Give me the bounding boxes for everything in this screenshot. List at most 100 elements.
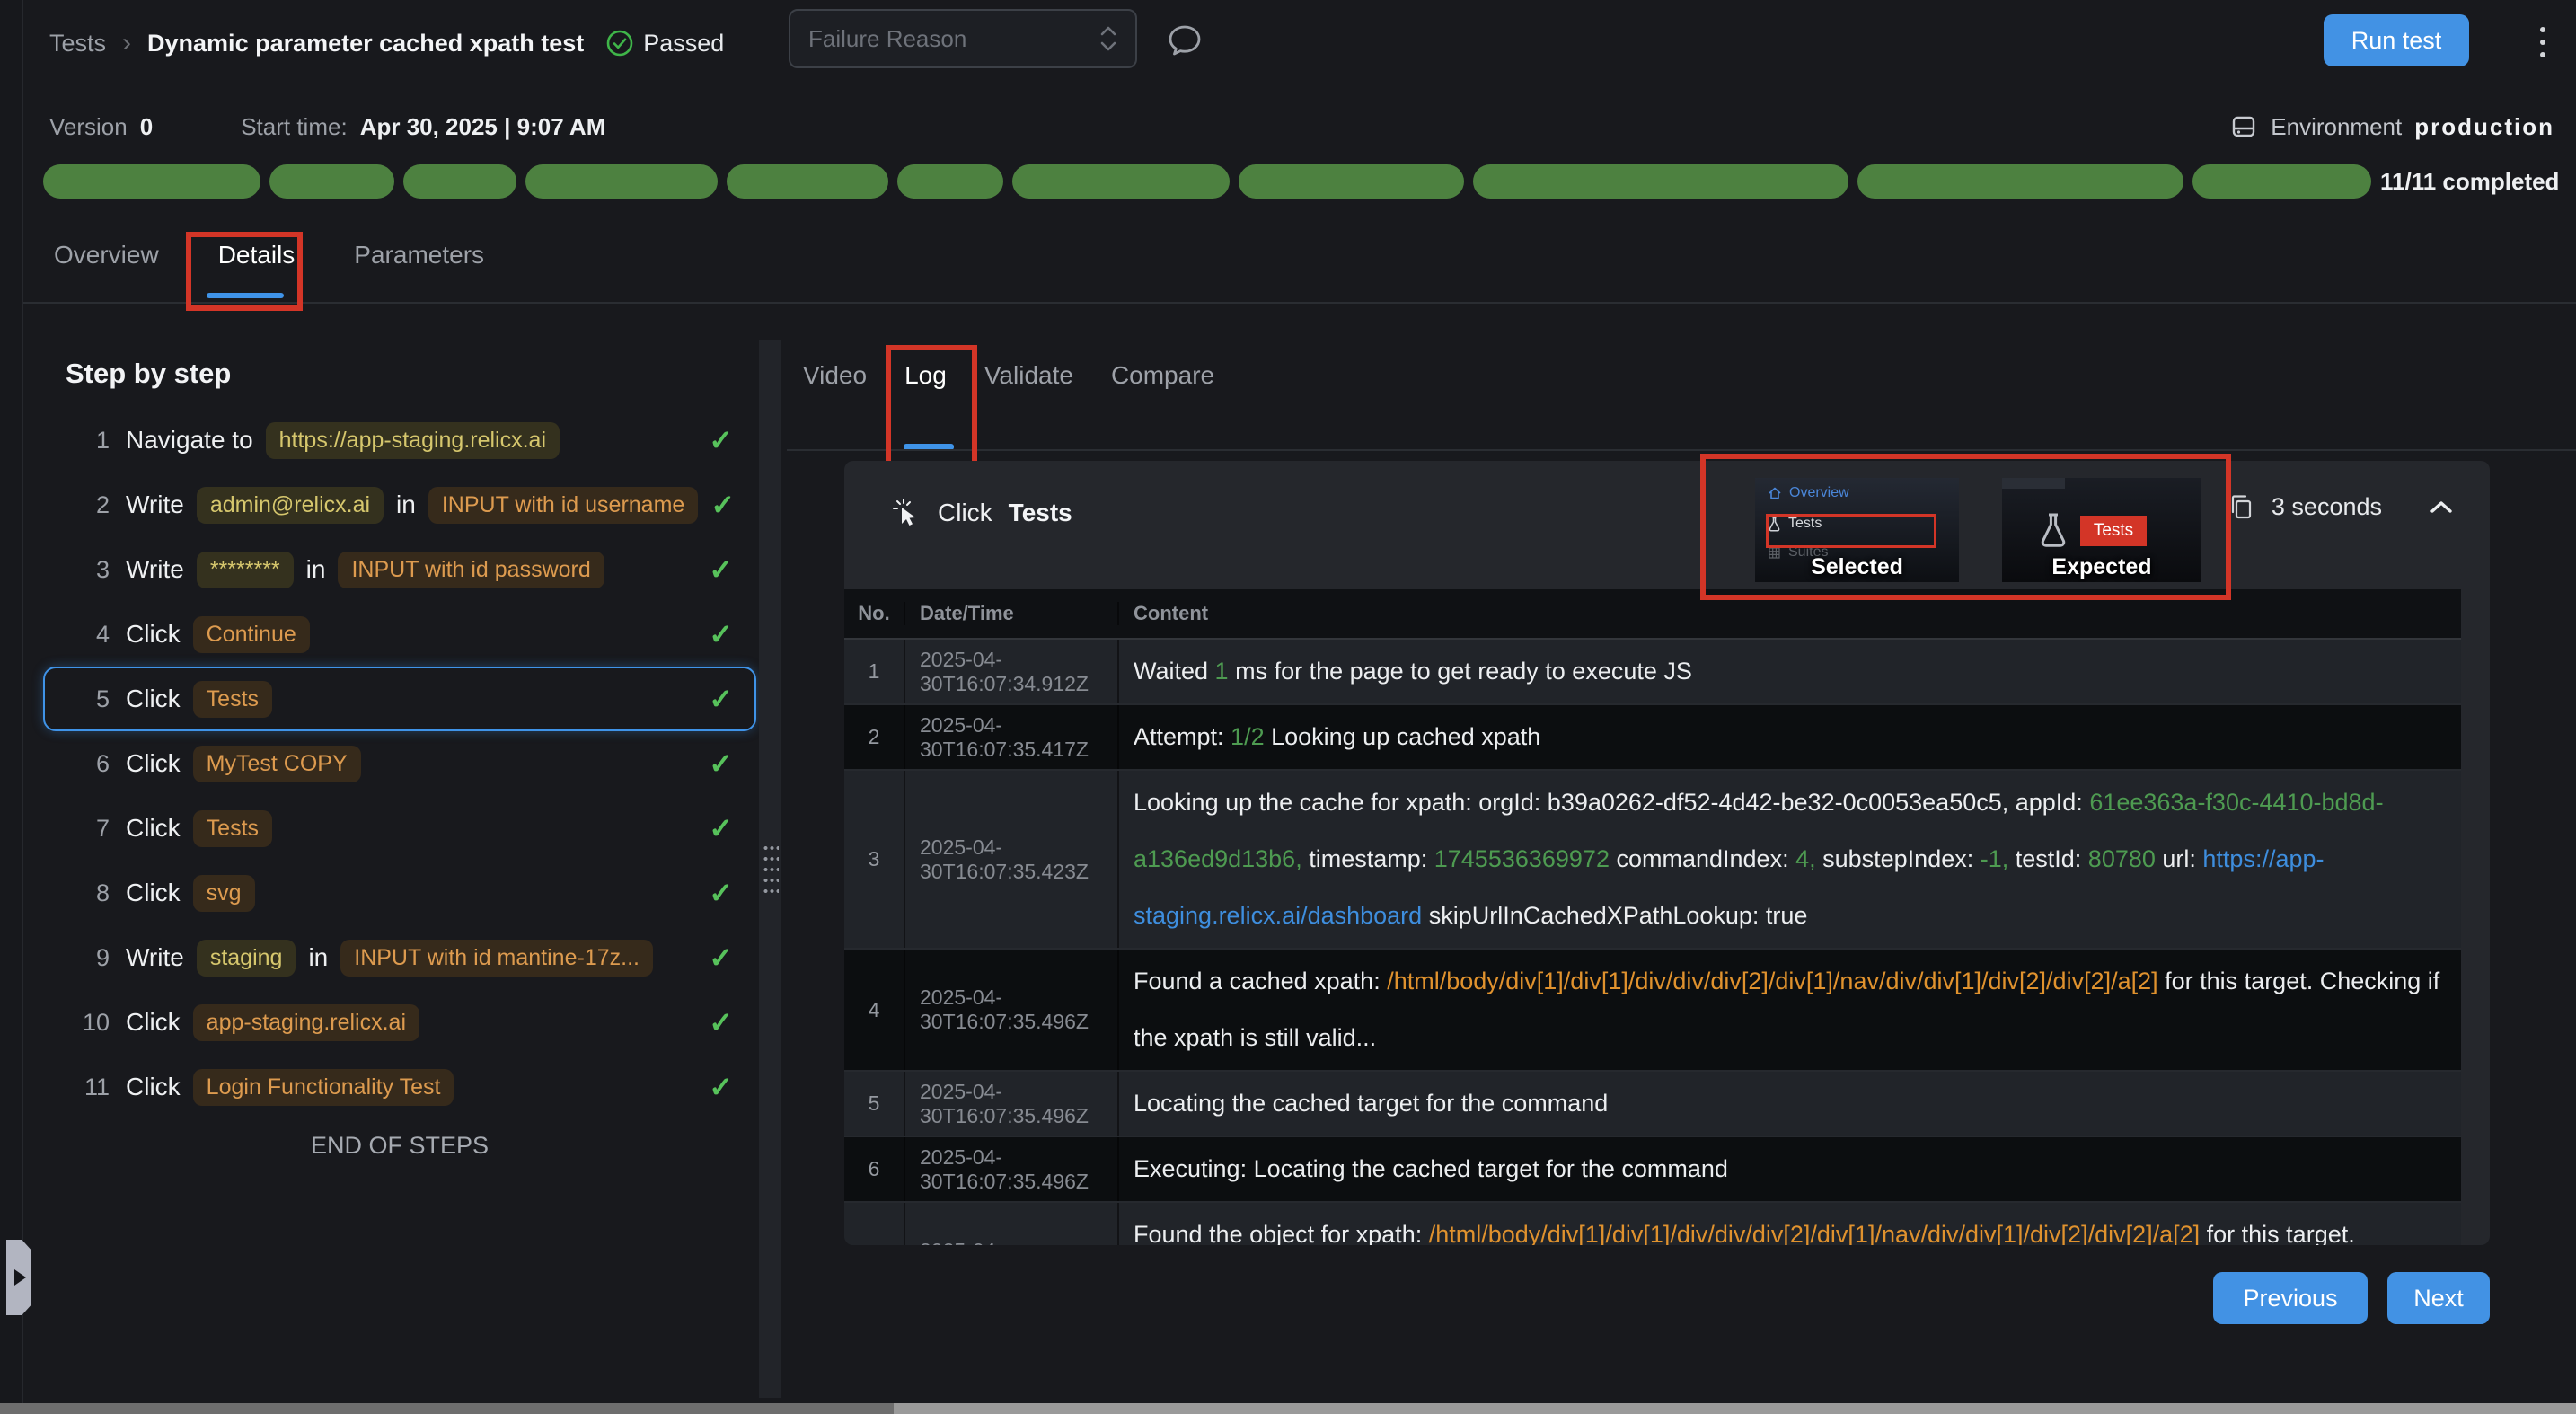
sidebar-expand-handle[interactable] xyxy=(6,1240,31,1315)
log-row: 42025-04-30T16:07:35.496ZFound a cached … xyxy=(844,950,2461,1072)
mini-nav-overview: Overview xyxy=(1755,478,1959,505)
progress-segment[interactable] xyxy=(727,164,888,199)
expected-label: Expected xyxy=(2002,554,2201,580)
environment-value: production xyxy=(2414,113,2554,141)
step-success-check-icon: ✓ xyxy=(709,617,733,651)
progress-segment[interactable] xyxy=(897,164,1003,199)
log-row: 62025-04-30T16:07:35.496ZExecuting: Loca… xyxy=(844,1137,2461,1203)
active-tab-underline xyxy=(207,293,284,298)
tab-validate[interactable]: Validate xyxy=(984,361,1073,390)
step-number: 10 xyxy=(70,1009,110,1037)
collapse-chevron-icon[interactable] xyxy=(2429,499,2454,517)
select-chevrons-icon xyxy=(1099,23,1117,54)
log-row-number: 7 xyxy=(844,1203,905,1245)
step-success-check-icon: ✓ xyxy=(709,1005,733,1039)
progress-segment[interactable] xyxy=(43,164,260,199)
log-column-header: Date/Time xyxy=(905,602,1119,625)
step-row[interactable]: 5ClickTests✓ xyxy=(43,667,756,731)
progress-segment[interactable] xyxy=(1012,164,1230,199)
environment-label: Environment xyxy=(2271,113,2402,141)
horizontal-scrollbar-track[interactable] xyxy=(0,1403,2576,1414)
selected-screenshot-thumbnail[interactable]: Overview Tests Suites Selected xyxy=(1755,478,1959,582)
step-row[interactable]: 8Clicksvg✓ xyxy=(43,861,756,925)
log-column-header: Content xyxy=(1119,602,2461,625)
top-bar: Tests › Dynamic parameter cached xpath t… xyxy=(49,16,724,70)
step-action: Click xyxy=(126,749,181,778)
copy-icon[interactable] xyxy=(2228,494,2255,521)
step-action: Write xyxy=(126,555,184,584)
tab-log[interactable]: Log xyxy=(904,361,947,390)
tab-overview[interactable]: Overview xyxy=(54,241,159,275)
duration-value: 3 seconds xyxy=(2272,493,2382,521)
progress-segment[interactable] xyxy=(1473,164,1849,199)
step-target-badge: app-staging.relicx.ai xyxy=(193,1004,419,1041)
step-value-badge: https://app-staging.relicx.ai xyxy=(266,422,560,459)
horizontal-scrollbar-thumb[interactable] xyxy=(0,1403,894,1414)
tab-details[interactable]: Details xyxy=(218,241,296,275)
tab-video[interactable]: Video xyxy=(803,361,867,390)
log-row-timestamp: 2025-04-30T16:07:35.423Z xyxy=(905,771,1119,948)
progress-segment[interactable] xyxy=(525,164,718,199)
log-row-number: 5 xyxy=(844,1072,905,1136)
breadcrumb-tests-link[interactable]: Tests xyxy=(49,30,106,57)
step-action: Click xyxy=(126,879,181,907)
step-value-badge: staging xyxy=(197,940,296,977)
environment-info: Environment production xyxy=(2229,106,2554,147)
step-number: 2 xyxy=(70,491,110,519)
next-button[interactable]: Next xyxy=(2387,1272,2490,1324)
tabs-divider xyxy=(23,302,2576,304)
steps-heading: Step by step xyxy=(66,358,231,390)
step-target-badge: INPUT with id mantine-17z... xyxy=(340,940,653,977)
panel-resize-handle[interactable] xyxy=(763,843,779,895)
progress-segment[interactable] xyxy=(1239,164,1464,199)
progress-segment[interactable] xyxy=(1857,164,2183,199)
step-row[interactable]: 6ClickMyTest COPY✓ xyxy=(43,731,756,796)
step-number: 6 xyxy=(70,750,110,778)
step-action: Click xyxy=(126,685,181,713)
log-table: No.Date/TimeContent12025-04-30T16:07:34.… xyxy=(844,589,2461,1245)
log-row-number: 1 xyxy=(844,640,905,703)
previous-button[interactable]: Previous xyxy=(2213,1272,2368,1324)
step-action: in xyxy=(396,490,416,519)
log-row-content: Executing: Locating the cached target fo… xyxy=(1119,1137,2461,1201)
step-number: 8 xyxy=(70,879,110,907)
step-value-badge: ******** xyxy=(197,552,294,588)
run-test-button[interactable]: Run test xyxy=(2324,14,2469,66)
log-row-content: Waited 1 ms for the page to get ready to… xyxy=(1119,640,2461,703)
expected-screenshot-thumbnail[interactable]: Tests Expected xyxy=(2002,478,2201,582)
progress-segment[interactable] xyxy=(2192,164,2371,199)
log-row-timestamp: 2025-04-30T16:07:35.496Z xyxy=(905,950,1119,1070)
step-success-check-icon: ✓ xyxy=(709,876,733,910)
step-row[interactable]: 10Clickapp-staging.relicx.ai✓ xyxy=(43,990,756,1055)
failure-reason-select[interactable]: Failure Reason xyxy=(789,9,1137,68)
step-target-badge: Login Functionality Test xyxy=(193,1069,454,1106)
step-row[interactable]: 7ClickTests✓ xyxy=(43,796,756,861)
step-number: 4 xyxy=(70,621,110,649)
step-row[interactable]: 1Navigate tohttps://app-staging.relicx.a… xyxy=(43,408,756,473)
progress-segment[interactable] xyxy=(269,164,394,199)
step-row[interactable]: 2Writeadmin@relicx.aiinINPUT with id use… xyxy=(43,473,756,537)
step-row[interactable]: 11ClickLogin Functionality Test✓ xyxy=(43,1055,756,1119)
step-row[interactable]: 9WritestaginginINPUT with id mantine-17z… xyxy=(43,925,756,990)
test-run-page: Tests › Dynamic parameter cached xpath t… xyxy=(0,0,2576,1414)
chevron-right-icon xyxy=(14,1269,26,1286)
step-row[interactable]: 3Write********inINPUT with id password✓ xyxy=(43,537,756,602)
step-row[interactable]: 4ClickContinue✓ xyxy=(43,602,756,667)
step-target-badge: MyTest COPY xyxy=(193,746,361,782)
step-action: Click xyxy=(126,1073,181,1101)
tab-compare[interactable]: Compare xyxy=(1111,361,1214,390)
step-target-badge: Tests xyxy=(193,810,272,847)
progress-segment[interactable] xyxy=(403,164,516,199)
log-row-timestamp: 2025-04-30T16:07:34.912Z xyxy=(905,640,1119,703)
comment-icon[interactable] xyxy=(1164,20,1205,61)
version-value: 0 xyxy=(140,113,153,141)
log-row-content: Locating the cached target for the comma… xyxy=(1119,1072,2461,1136)
log-row: 32025-04-30T16:07:35.423ZLooking up the … xyxy=(844,771,2461,950)
tab-parameters[interactable]: Parameters xyxy=(354,241,484,275)
more-options-menu[interactable] xyxy=(2536,23,2549,61)
log-row-content: Attempt: 1/2 Looking up cached xpath xyxy=(1119,705,2461,769)
version-label: Version xyxy=(49,113,128,141)
step-number: 7 xyxy=(70,815,110,843)
check-circle-icon xyxy=(605,29,634,57)
step-number: 5 xyxy=(70,685,110,713)
